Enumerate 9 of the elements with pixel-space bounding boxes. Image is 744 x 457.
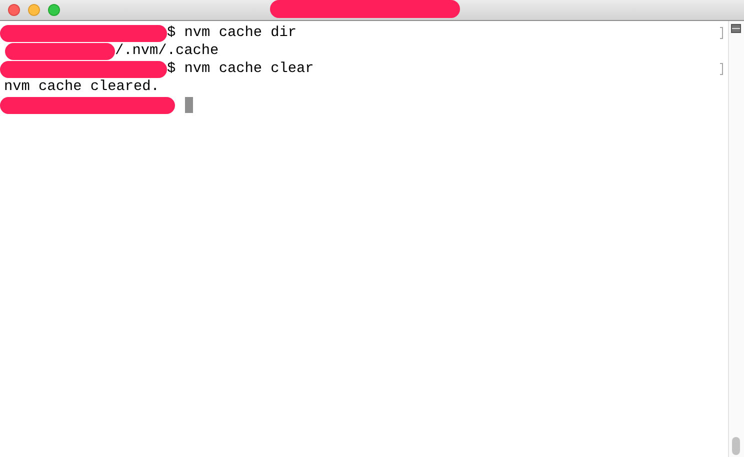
close-button[interactable]: [8, 4, 20, 16]
split-pane-icon[interactable]: [731, 24, 741, 33]
command-text: $ nvm cache clear: [167, 60, 314, 78]
output-text: nvm cache cleared.: [4, 78, 160, 96]
output-text: /.nvm/.cache: [115, 42, 219, 60]
command-text: $ nvm cache dir: [167, 24, 297, 42]
scroll-thumb[interactable]: [732, 437, 740, 455]
zoom-button[interactable]: [48, 4, 60, 16]
minimize-button[interactable]: [28, 4, 40, 16]
